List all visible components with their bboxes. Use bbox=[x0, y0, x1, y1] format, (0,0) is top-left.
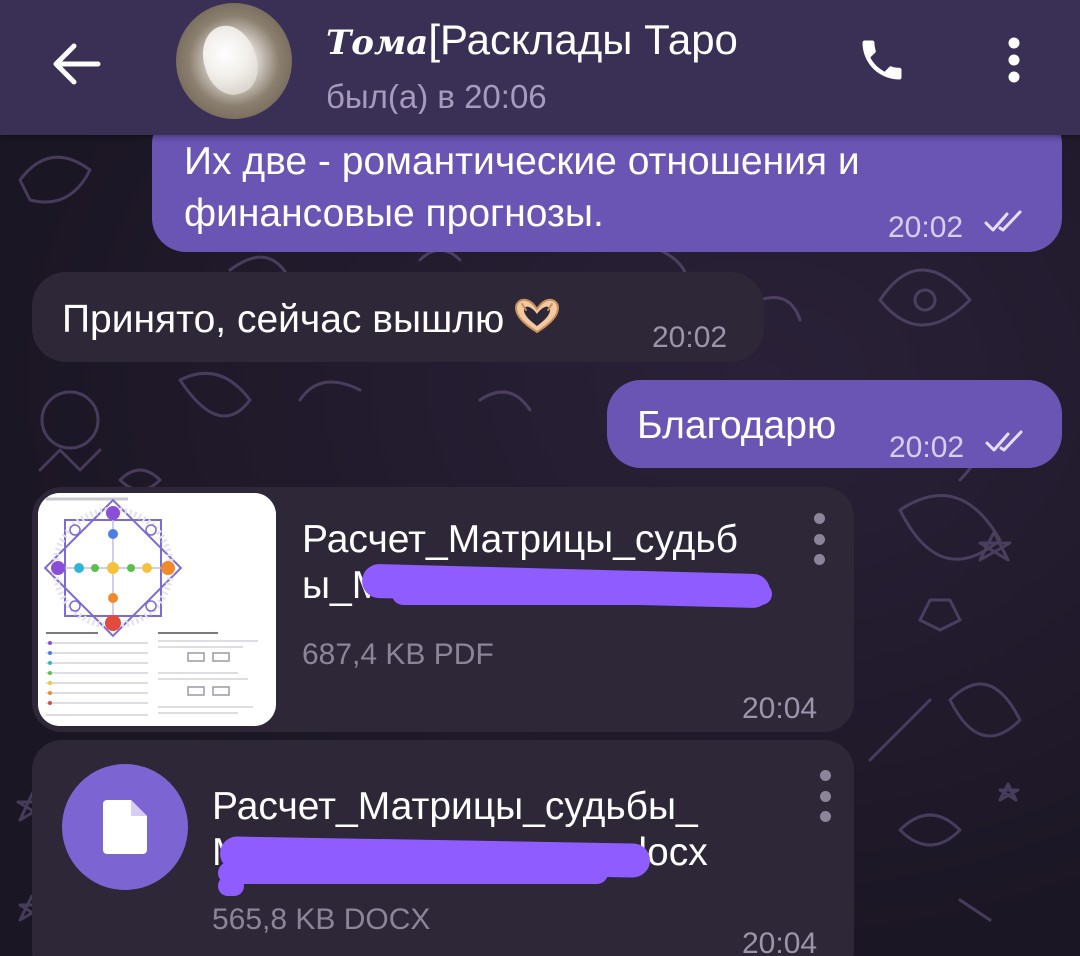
arrow-left-icon bbox=[53, 43, 101, 85]
file-name-line: Расчет_Матрицы_судьб bbox=[302, 518, 739, 561]
file-message-docx[interactable]: Расчет_Матрицы_судьбы_ M.docx 565,8 KB D… bbox=[32, 740, 854, 956]
message-incoming[interactable]: Принято, сейчас вышлю 20:02 bbox=[32, 272, 764, 362]
phone-icon bbox=[862, 40, 902, 80]
message-time: 20:04 bbox=[742, 927, 818, 956]
pdf-thumbnail[interactable] bbox=[38, 493, 276, 726]
file-menu-button[interactable] bbox=[811, 770, 839, 822]
redaction-mark bbox=[218, 862, 608, 884]
contact-name-script: Тома bbox=[326, 23, 429, 63]
more-vert-icon bbox=[1008, 37, 1020, 83]
chat-title-area[interactable]: Тома[Расклады Таро был(а) в 20:06 bbox=[326, 14, 826, 114]
file-size: 687,4 KB PDF bbox=[302, 638, 494, 671]
file-size: 565,8 KB DOCX bbox=[212, 903, 431, 936]
message-text-line: Их две - романтические отношения и bbox=[184, 140, 860, 183]
avatar[interactable] bbox=[176, 3, 292, 119]
back-button[interactable] bbox=[40, 28, 112, 100]
file-message-pdf[interactable]: Расчет_Матрицы_судьб ы_М 687,4 KB PDF 20… bbox=[32, 487, 854, 732]
last-seen-status: был(а) в 20:06 bbox=[326, 78, 547, 114]
chat-header: Тома[Расклады Таро был(а) в 20:06 bbox=[0, 0, 1080, 135]
message-time: 20:02 bbox=[888, 211, 964, 244]
heart-hands-emoji bbox=[515, 298, 560, 334]
double-check-icon bbox=[985, 430, 1023, 452]
double-check-icon bbox=[984, 210, 1022, 232]
more-options-button[interactable] bbox=[990, 28, 1038, 92]
message-text: Благодарю bbox=[637, 404, 837, 447]
avatar-photo-pet bbox=[194, 18, 266, 102]
message-time: 20:02 bbox=[652, 321, 728, 354]
document-open-button[interactable] bbox=[62, 764, 188, 890]
message-time: 20:04 bbox=[742, 692, 818, 725]
chat-title: Тома[Расклады Таро bbox=[326, 14, 826, 69]
message-outgoing[interactable]: Благодарю 20:02 bbox=[607, 380, 1062, 468]
chat-screen: Тома[Расклады Таро был(а) в 20:06 Их две… bbox=[0, 0, 1080, 956]
redaction-mark bbox=[218, 876, 244, 896]
contact-name-rest: [Расклады Таро bbox=[428, 16, 738, 63]
document-icon bbox=[103, 800, 147, 854]
message-text: Их две - романтические отношения и финан… bbox=[184, 136, 984, 240]
message-text: Принято, сейчас вышлю bbox=[62, 298, 505, 341]
call-button[interactable] bbox=[850, 28, 914, 92]
message-time: 20:02 bbox=[889, 431, 965, 464]
file-menu-button[interactable] bbox=[805, 513, 833, 565]
file-name-line: Расчет_Матрицы_судьбы_ bbox=[212, 785, 698, 828]
matrix-chart-preview bbox=[38, 493, 276, 726]
message-text-line: финансовые прогнозы. bbox=[184, 192, 604, 235]
redaction-mark bbox=[392, 583, 772, 605]
